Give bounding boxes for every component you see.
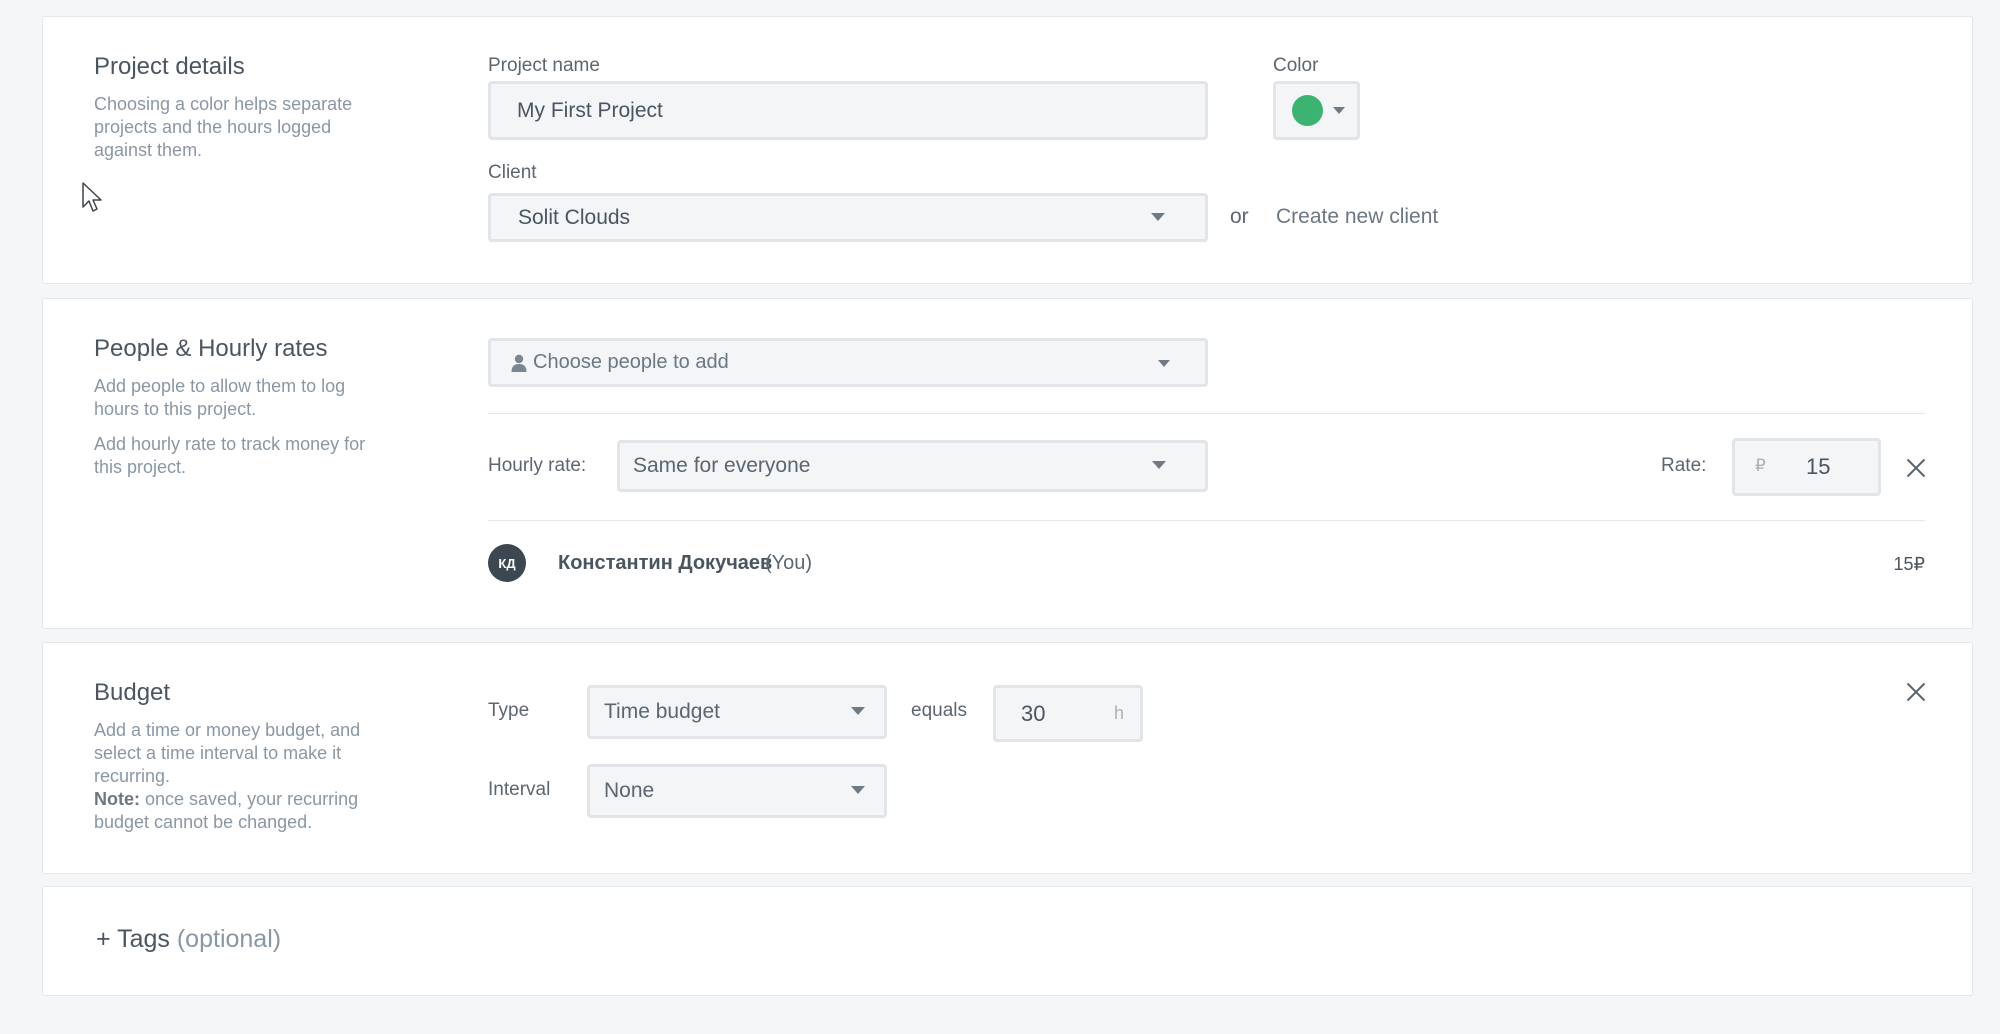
- avatar-initials: КД: [498, 555, 516, 571]
- budget-amount-input[interactable]: 30 h: [993, 685, 1143, 742]
- chevron-down-icon: [851, 707, 865, 715]
- equals-label: equals: [911, 700, 967, 721]
- project-details-card: Project details Choosing a color helps s…: [42, 16, 1973, 284]
- budget-description: Add a time or money budget, and select a…: [94, 720, 361, 786]
- chevron-down-icon: [1158, 360, 1170, 367]
- type-label: Type: [488, 700, 530, 721]
- or-text: or: [1230, 205, 1249, 228]
- currency-label: ₽: [1755, 456, 1766, 475]
- person-icon: [511, 354, 527, 372]
- list-item: КД Константин Докучаев (You) 15₽: [488, 544, 1925, 584]
- color-swatch: [1292, 95, 1323, 126]
- chevron-down-icon: [1152, 461, 1166, 469]
- budget-card: Budget Add a time or money budget, and s…: [42, 642, 1973, 874]
- close-icon[interactable]: [1906, 682, 1926, 702]
- add-tags-toggle[interactable]: + Tags (optional): [96, 925, 281, 954]
- section-description: Add people to allow them to log hours to…: [94, 376, 346, 419]
- rate-input[interactable]: ₽ 15: [1732, 438, 1881, 496]
- member-rate: 15₽: [1893, 554, 1925, 574]
- hourly-rate-select[interactable]: Same for everyone: [617, 440, 1208, 492]
- tags-card: + Tags (optional): [42, 886, 1973, 996]
- close-icon[interactable]: [1906, 458, 1926, 478]
- section-title: Budget: [94, 679, 171, 706]
- hourly-rate-label: Hourly rate:: [488, 455, 587, 476]
- section-title: Project details: [94, 53, 245, 80]
- client-label: Client: [488, 162, 537, 183]
- section-description: Add a time or money budget, and select a…: [94, 719, 389, 834]
- member-you-label: (You): [765, 552, 813, 574]
- chevron-down-icon: [1151, 213, 1165, 221]
- divider: [488, 520, 1925, 521]
- rate-label: Rate:: [1661, 455, 1707, 476]
- mouse-pointer-icon: [82, 182, 102, 212]
- project-name-input[interactable]: My First Project: [488, 81, 1208, 140]
- client-select[interactable]: Solit Clouds: [488, 193, 1208, 242]
- project-name-label: Project name: [488, 55, 600, 76]
- interval-label: Interval: [488, 779, 551, 800]
- create-new-client-link[interactable]: Create new client: [1276, 205, 1438, 229]
- avatar: КД: [488, 544, 526, 582]
- budget-amount-value: 30: [1021, 701, 1046, 726]
- client-value: Solit Clouds: [518, 205, 631, 229]
- people-card: People & Hourly rates Add people to allo…: [42, 298, 1973, 629]
- interval-select[interactable]: None: [587, 764, 887, 818]
- hourly-rate-value: Same for everyone: [633, 454, 811, 477]
- member-name: Константин Докучаев: [558, 552, 773, 574]
- chevron-down-icon: [1333, 107, 1345, 114]
- project-name-value: My First Project: [517, 98, 663, 122]
- budget-unit-label: h: [1114, 703, 1125, 723]
- color-picker[interactable]: [1273, 81, 1360, 140]
- tags-label: + Tags: [96, 925, 170, 953]
- choose-people-placeholder: Choose people to add: [533, 351, 729, 373]
- divider: [488, 413, 1925, 414]
- interval-value: None: [604, 779, 655, 802]
- note-label: Note:: [94, 789, 140, 809]
- color-label: Color: [1273, 55, 1319, 76]
- rate-value: 15: [1806, 454, 1831, 479]
- choose-people-select[interactable]: Choose people to add: [488, 338, 1208, 387]
- tags-optional-label: (optional): [176, 925, 282, 953]
- budget-type-value: Time budget: [604, 700, 720, 723]
- section-title: People & Hourly rates: [94, 335, 328, 362]
- chevron-down-icon: [851, 786, 865, 794]
- section-description: Choosing a color helps separate projects…: [94, 94, 353, 160]
- section-description: Add hourly rate to track money for this …: [94, 434, 366, 477]
- budget-type-select[interactable]: Time budget: [587, 685, 887, 739]
